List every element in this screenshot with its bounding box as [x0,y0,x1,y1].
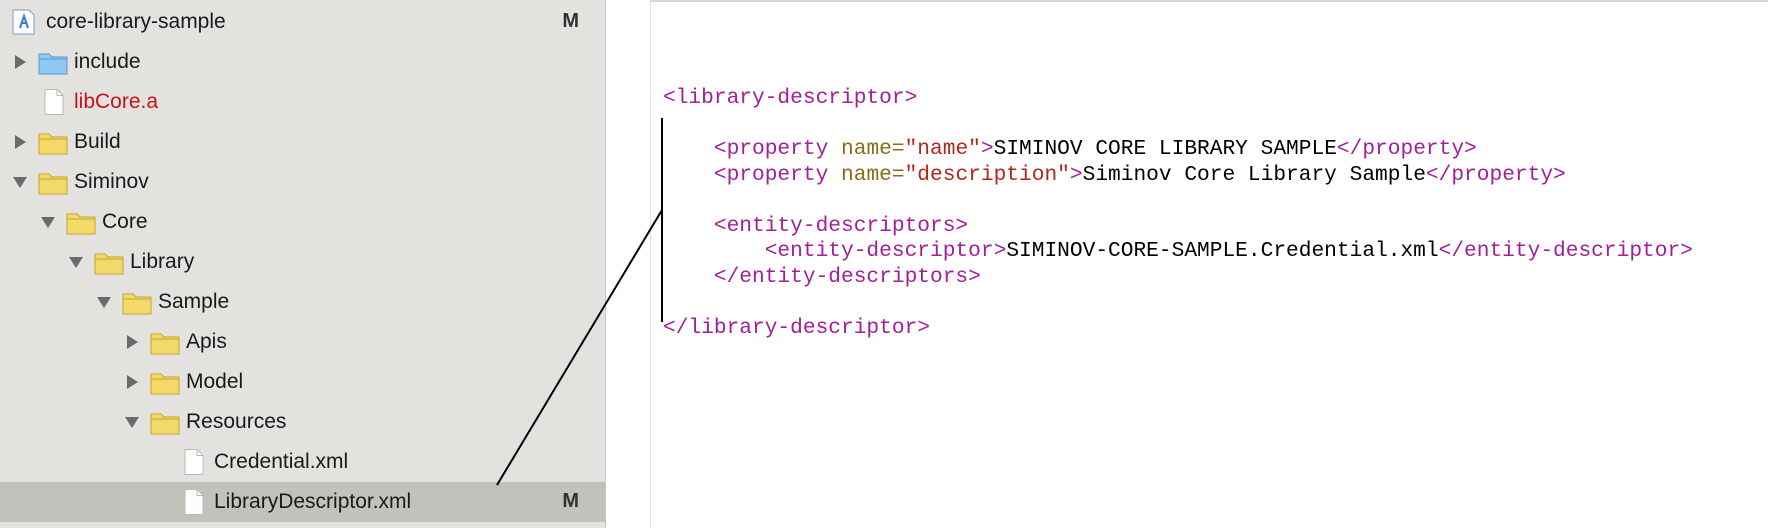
annotation-overlay [496,118,663,486]
annotation-pointer-line [496,209,663,486]
